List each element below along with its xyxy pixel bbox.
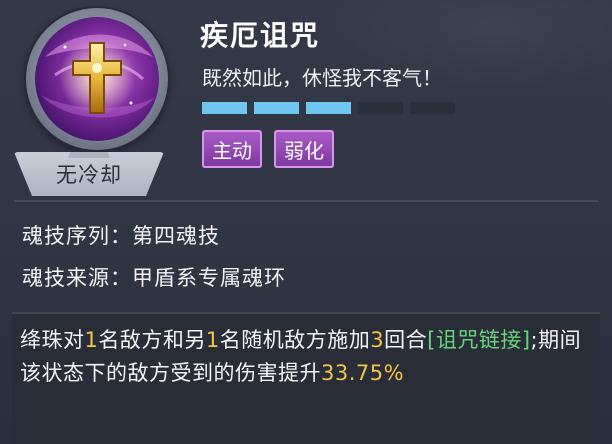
skill-sequence-row: 魂技序列：第四魂技 — [22, 220, 220, 250]
energy-segment-filled — [254, 102, 299, 114]
sequence-label: 魂技序列： — [22, 224, 132, 248]
desc-text: 绛珠对 — [20, 328, 85, 352]
section-divider — [14, 200, 598, 202]
tag-active: 主动 — [202, 130, 262, 168]
source-label: 魂技来源： — [22, 266, 132, 290]
source-value: 甲盾系专属魂环 — [132, 266, 286, 290]
holy-cross-icon — [35, 17, 159, 141]
curse-link-keyword[interactable]: [诅咒链接] — [427, 328, 530, 352]
desc-number: 1 — [205, 328, 220, 352]
energy-cost-bar — [202, 102, 455, 114]
desc-number: 3 — [370, 328, 385, 352]
desc-text: 名随机敌方施加 — [219, 328, 371, 352]
desc-number: 1 — [84, 328, 99, 352]
skill-source-row: 魂技来源：甲盾系专属魂环 — [22, 262, 286, 292]
skill-icon-ring — [26, 8, 168, 150]
skill-tooltip-panel: 无冷却 疾厄诅咒 既然如此，休怪我不客气！ 主动 弱化 魂技序列：第四魂技 魂技… — [0, 0, 612, 444]
energy-segment-empty — [410, 102, 455, 114]
desc-text: 回合 — [384, 328, 428, 352]
skill-quote: 既然如此，休怪我不客气！ — [202, 66, 442, 90]
energy-segment-filled — [306, 102, 351, 114]
skill-tags: 主动 弱化 — [202, 130, 334, 168]
sequence-value: 第四魂技 — [132, 224, 220, 248]
energy-segment-filled — [202, 102, 247, 114]
skill-name: 疾厄诅咒 — [200, 19, 321, 52]
desc-text: 名敌方和另 — [98, 328, 206, 352]
tag-debuff: 弱化 — [274, 130, 334, 168]
cooldown-badge: 无冷却 — [14, 152, 164, 196]
cooldown-text: 无冷却 — [56, 163, 122, 187]
damage-bonus-value: 33.75% — [321, 361, 405, 385]
skill-icon-frame: 无冷却 — [14, 8, 180, 196]
energy-segment-empty — [358, 102, 403, 114]
description-box: 绛珠对1名敌方和另1名随机敌方施加3回合[诅咒链接];期间该状态下的敌方受到的伤… — [12, 312, 600, 444]
skill-description: 绛珠对1名敌方和另1名随机敌方施加3回合[诅咒链接];期间该状态下的敌方受到的伤… — [20, 324, 596, 390]
